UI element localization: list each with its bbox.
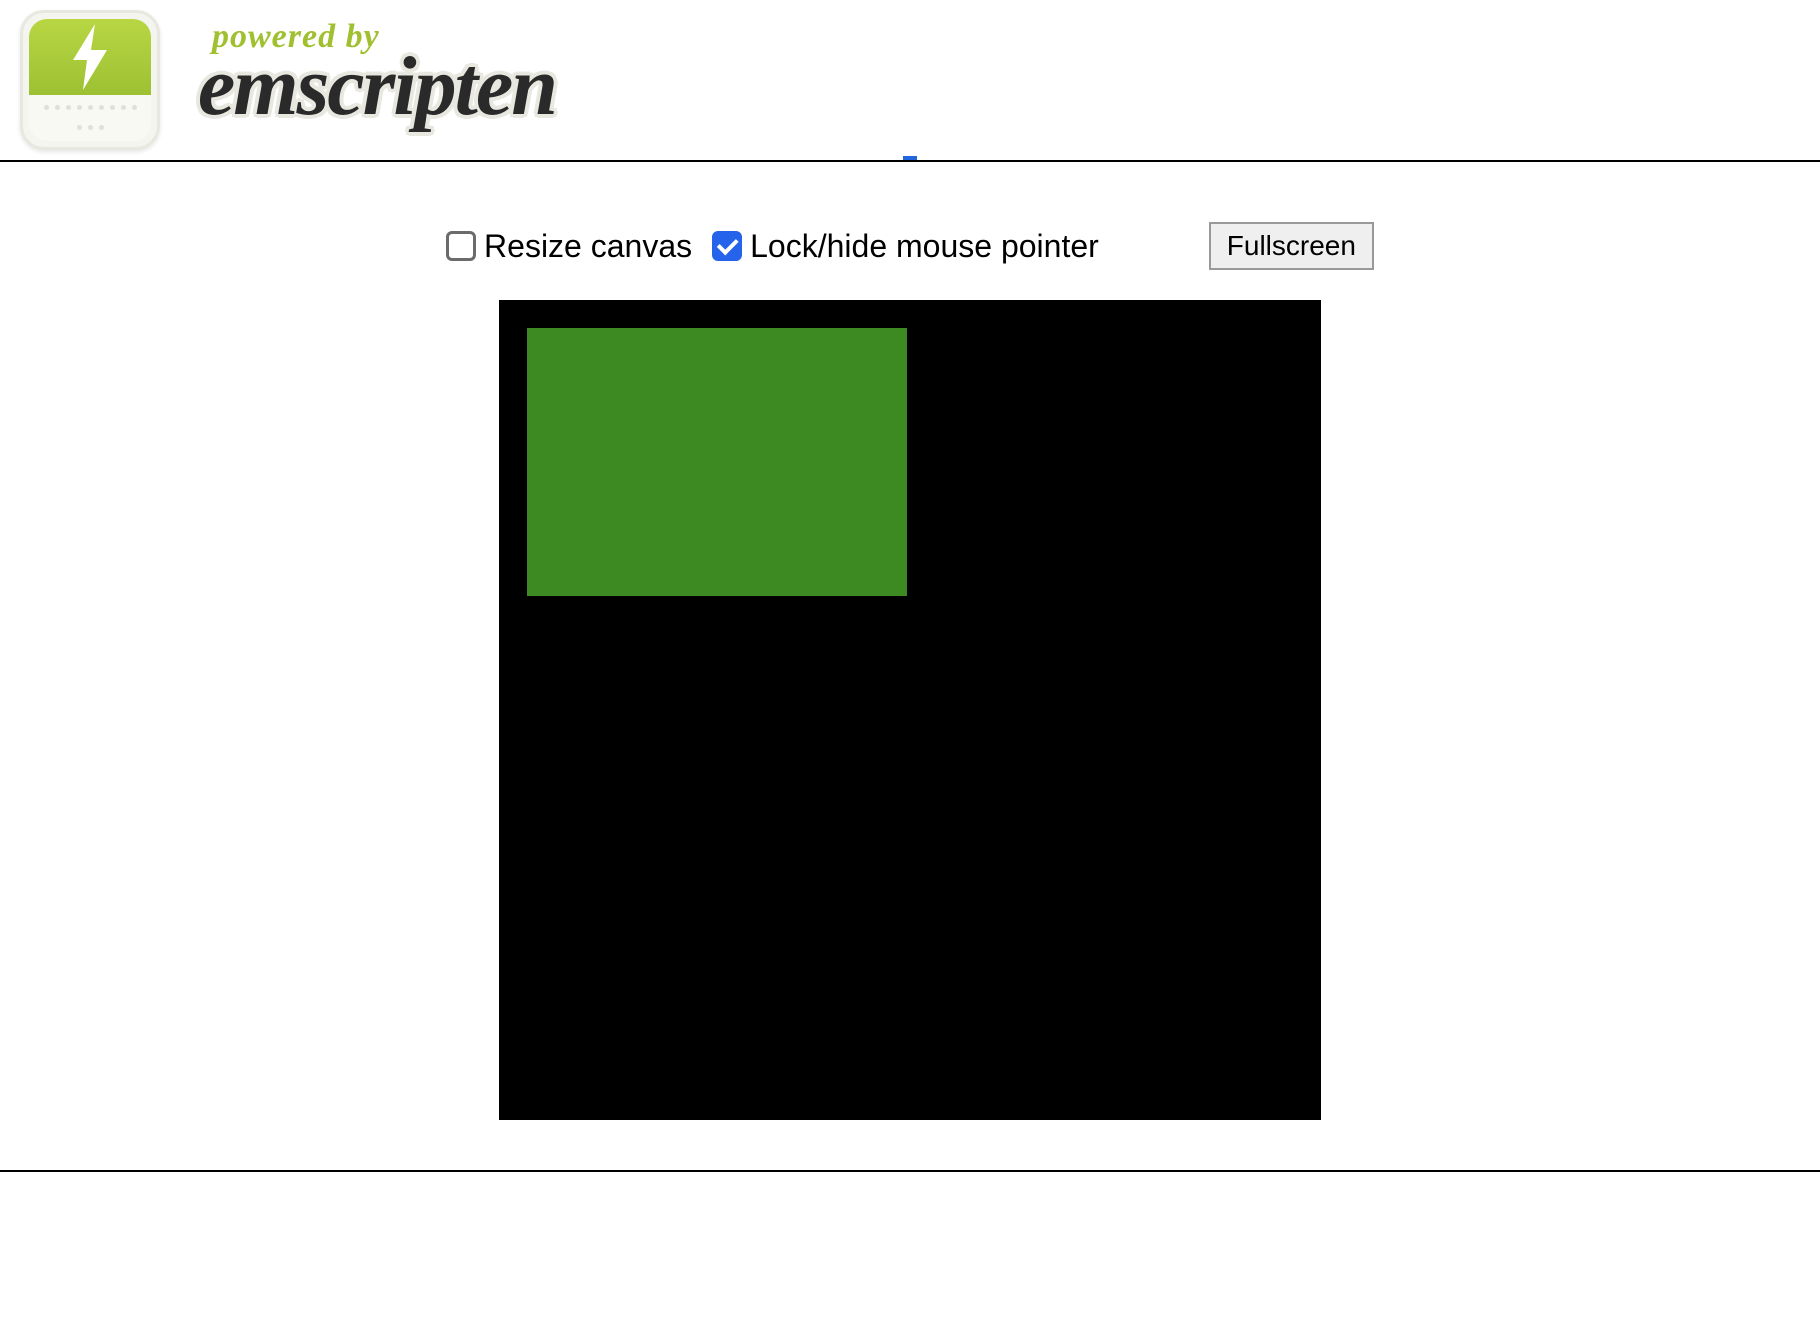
canvas-wrapper [0, 300, 1820, 1120]
emscripten-logo-icon [20, 10, 160, 150]
lightning-bolt-icon [65, 22, 115, 92]
logo-text-block: powered by emscripten [180, 18, 574, 143]
resize-canvas-label[interactable]: Resize canvas [484, 228, 692, 265]
lock-pointer-checkbox[interactable] [712, 231, 742, 261]
progress-marker [903, 156, 917, 160]
lock-pointer-group: Lock/hide mouse pointer [712, 228, 1099, 265]
lock-pointer-label[interactable]: Lock/hide mouse pointer [750, 228, 1099, 265]
resize-canvas-checkbox[interactable] [446, 231, 476, 261]
bottom-divider [0, 1170, 1820, 1172]
resize-canvas-group: Resize canvas [446, 228, 692, 265]
fullscreen-button[interactable]: Fullscreen [1209, 222, 1374, 270]
header: powered by emscripten [0, 0, 1820, 160]
header-divider [0, 160, 1820, 162]
logo-icon-bottom [29, 95, 151, 141]
green-rectangle [527, 328, 907, 596]
emscripten-title: emscripten [198, 38, 556, 135]
controls-area: Resize canvas Lock/hide mouse pointer Fu… [0, 162, 1820, 300]
emscripten-canvas[interactable] [499, 300, 1321, 1120]
logo-icon-top [29, 19, 151, 95]
